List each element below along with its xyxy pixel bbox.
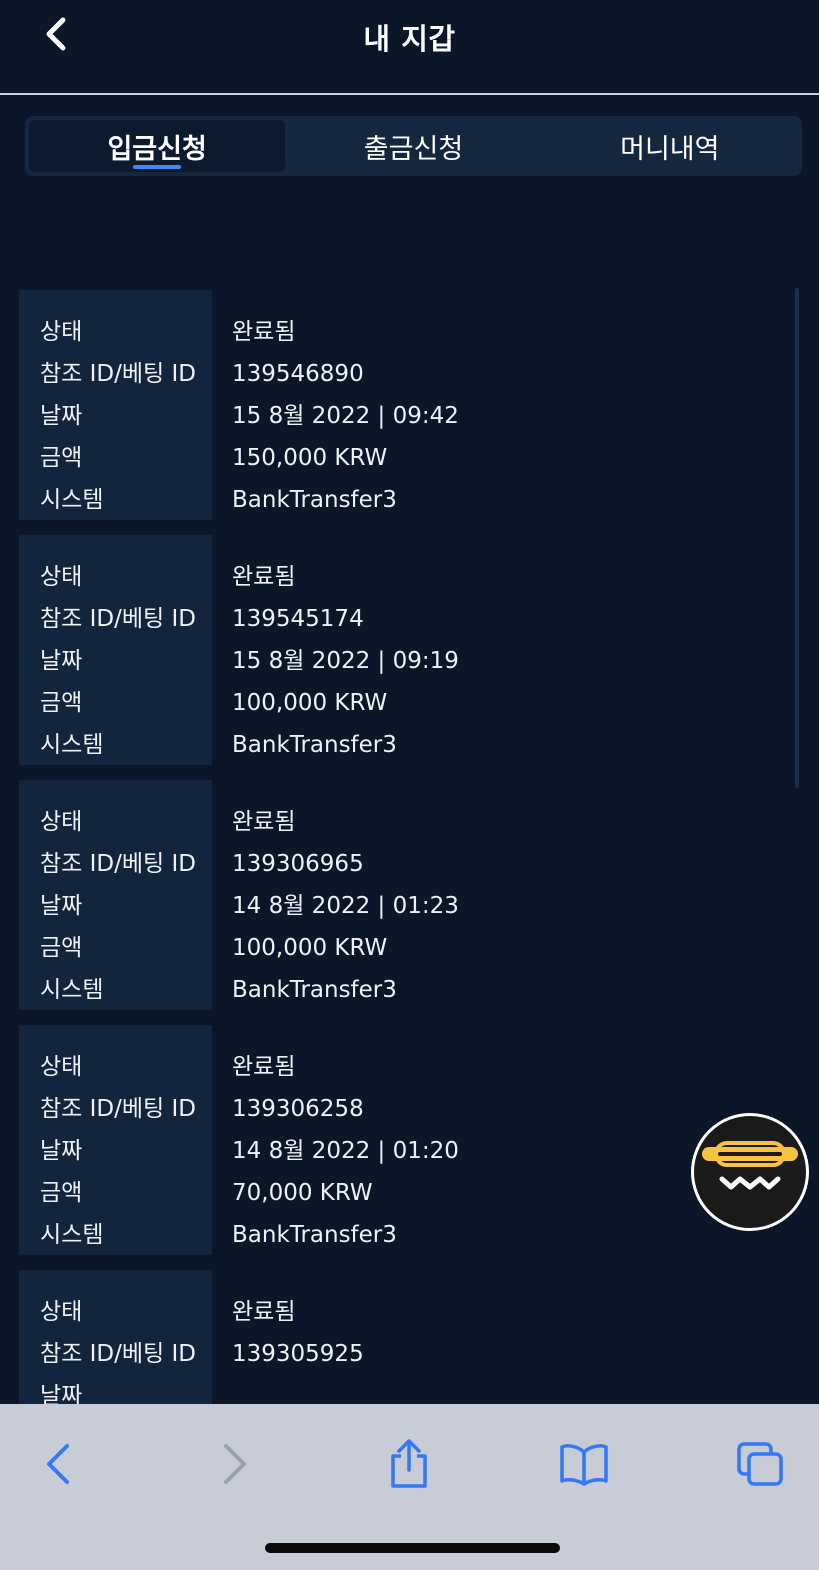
tab-label: 입금신청: [107, 133, 207, 165]
chat-support-button[interactable]: [691, 1113, 809, 1231]
status-label: 상태: [40, 809, 83, 835]
status-value: 완료됨: [232, 319, 296, 345]
date-label: 날짜: [40, 403, 83, 429]
date-value: 15 8월 2022 | 09:42: [232, 403, 459, 429]
system-value: BankTransfer3: [232, 732, 397, 758]
card-labels: 상태 참조 ID/베팅 ID 날짜 금액 시스템: [19, 290, 212, 520]
amount-value: 100,000 KRW: [232, 690, 388, 716]
ref-id-label: 참조 ID/베팅 ID: [40, 851, 196, 877]
card-labels: 상태 참조 ID/베팅 ID 날짜 금액 시스템: [19, 1025, 212, 1255]
browser-back-button[interactable]: [28, 1434, 88, 1494]
amount-label: 금액: [40, 935, 83, 961]
date-label: 날짜: [40, 1138, 83, 1164]
status-value: 완료됨: [232, 1054, 296, 1080]
status-value: 완료됨: [232, 564, 296, 590]
date-value: [232, 1375, 789, 1404]
system-value: BankTransfer3: [232, 977, 397, 1003]
bookmarks-icon: [560, 1444, 608, 1486]
share-button[interactable]: [379, 1434, 439, 1494]
card-values: 완료됨 139546890 15 8월 2022 | 09:42 150,000…: [212, 290, 789, 520]
transaction-list[interactable]: 상태 참조 ID/베팅 ID 날짜 금액 시스템 완료됨 139546890 1…: [19, 290, 789, 1404]
wallet-page: 내 지갑 입금신청 출금신청 머니내역 상태 참조 ID/베팅 ID 날짜 금액…: [0, 0, 819, 1570]
card-values: 완료됨 139305925: [212, 1270, 789, 1404]
system-value: BankTransfer3: [232, 1222, 397, 1248]
tab-label: 머니내역: [620, 133, 720, 165]
amount-label: 금액: [40, 445, 83, 471]
system-label: 시스템: [40, 1222, 104, 1248]
amount-value: 100,000 KRW: [232, 935, 388, 961]
date-label: 날짜: [40, 1383, 83, 1404]
status-label: 상태: [40, 1054, 83, 1080]
system-label: 시스템: [40, 977, 104, 1003]
amount-label: 금액: [40, 1180, 83, 1206]
date-label: 날짜: [40, 648, 83, 674]
browser-forward-button[interactable]: [205, 1434, 265, 1494]
transaction-card: 상태 참조 ID/베팅 ID 날짜 금액 시스템 완료됨 139306258 1…: [19, 1025, 789, 1255]
transaction-card: 상태 참조 ID/베팅 ID 날짜 금액 시스템 완료됨 139545174 1…: [19, 535, 789, 765]
ref-id-label: 참조 ID/베팅 ID: [40, 606, 196, 632]
page-title: 내 지갑: [363, 22, 456, 56]
date-value: 14 8월 2022 | 01:23: [232, 893, 459, 919]
ref-id-value: 139305925: [232, 1341, 364, 1367]
date-value: 15 8월 2022 | 09:19: [232, 648, 459, 674]
home-indicator: [265, 1543, 560, 1553]
transaction-card: 상태 참조 ID/베팅 ID 날짜 금액 시스템 완료됨 139306965 1…: [19, 780, 789, 1010]
header: 내 지갑: [0, 0, 819, 95]
date-label: 날짜: [40, 893, 83, 919]
ref-id-value: 139306258: [232, 1096, 364, 1122]
transaction-card: 상태 참조 ID/베팅 ID 날짜 금액 시스템 완료됨 139546890 1…: [19, 290, 789, 520]
card-labels: 상태 참조 ID/베팅 ID 날짜 금액 시스템: [19, 780, 212, 1010]
tab-deposit-request[interactable]: 입금신청: [29, 120, 286, 172]
card-labels: 상태 참조 ID/베팅 ID 날짜 금액 시스템: [19, 1270, 212, 1404]
scrollbar[interactable]: [795, 288, 799, 788]
status-value: 완료됨: [232, 1299, 296, 1325]
system-label: 시스템: [40, 487, 104, 513]
card-values: 완료됨 139545174 15 8월 2022 | 09:19 100,000…: [212, 535, 789, 765]
ref-id-label: 참조 ID/베팅 ID: [40, 361, 196, 387]
ref-id-value: 139545174: [232, 606, 364, 632]
tabs-icon: [737, 1442, 783, 1486]
status-value: 완료됨: [232, 809, 296, 835]
ref-id-label: 참조 ID/베팅 ID: [40, 1341, 196, 1367]
active-tab-indicator: [133, 165, 182, 169]
card-values: 완료됨 139306965 14 8월 2022 | 01:23 100,000…: [212, 780, 789, 1010]
ref-id-value: 139546890: [232, 361, 364, 387]
tab-label: 출금신청: [363, 133, 464, 165]
system-label: 시스템: [40, 732, 104, 758]
transaction-card: 상태 참조 ID/베팅 ID 날짜 금액 시스템 완료됨 139305925: [19, 1270, 789, 1404]
tabs-button[interactable]: [730, 1434, 790, 1494]
amount-value: 150,000 KRW: [232, 445, 388, 471]
system-value: BankTransfer3: [232, 487, 397, 513]
tab-withdraw-request[interactable]: 출금신청: [285, 120, 541, 172]
amount-label: 금액: [40, 690, 83, 716]
ref-id-label: 참조 ID/베팅 ID: [40, 1096, 196, 1122]
tab-money-history[interactable]: 머니내역: [542, 120, 798, 172]
bookmarks-button[interactable]: [554, 1434, 614, 1494]
card-labels: 상태 참조 ID/베팅 ID 날짜 금액 시스템: [19, 535, 212, 765]
forward-icon: [224, 1444, 246, 1484]
status-label: 상태: [40, 319, 83, 345]
status-label: 상태: [40, 564, 83, 590]
status-label: 상태: [40, 1299, 83, 1325]
back-icon: [47, 1444, 69, 1484]
chat-support-icon: [702, 1141, 798, 1190]
tab-bar: 입금신청 출금신청 머니내역: [25, 116, 802, 176]
ref-id-value: 139306965: [232, 851, 364, 877]
share-icon: [391, 1439, 427, 1488]
